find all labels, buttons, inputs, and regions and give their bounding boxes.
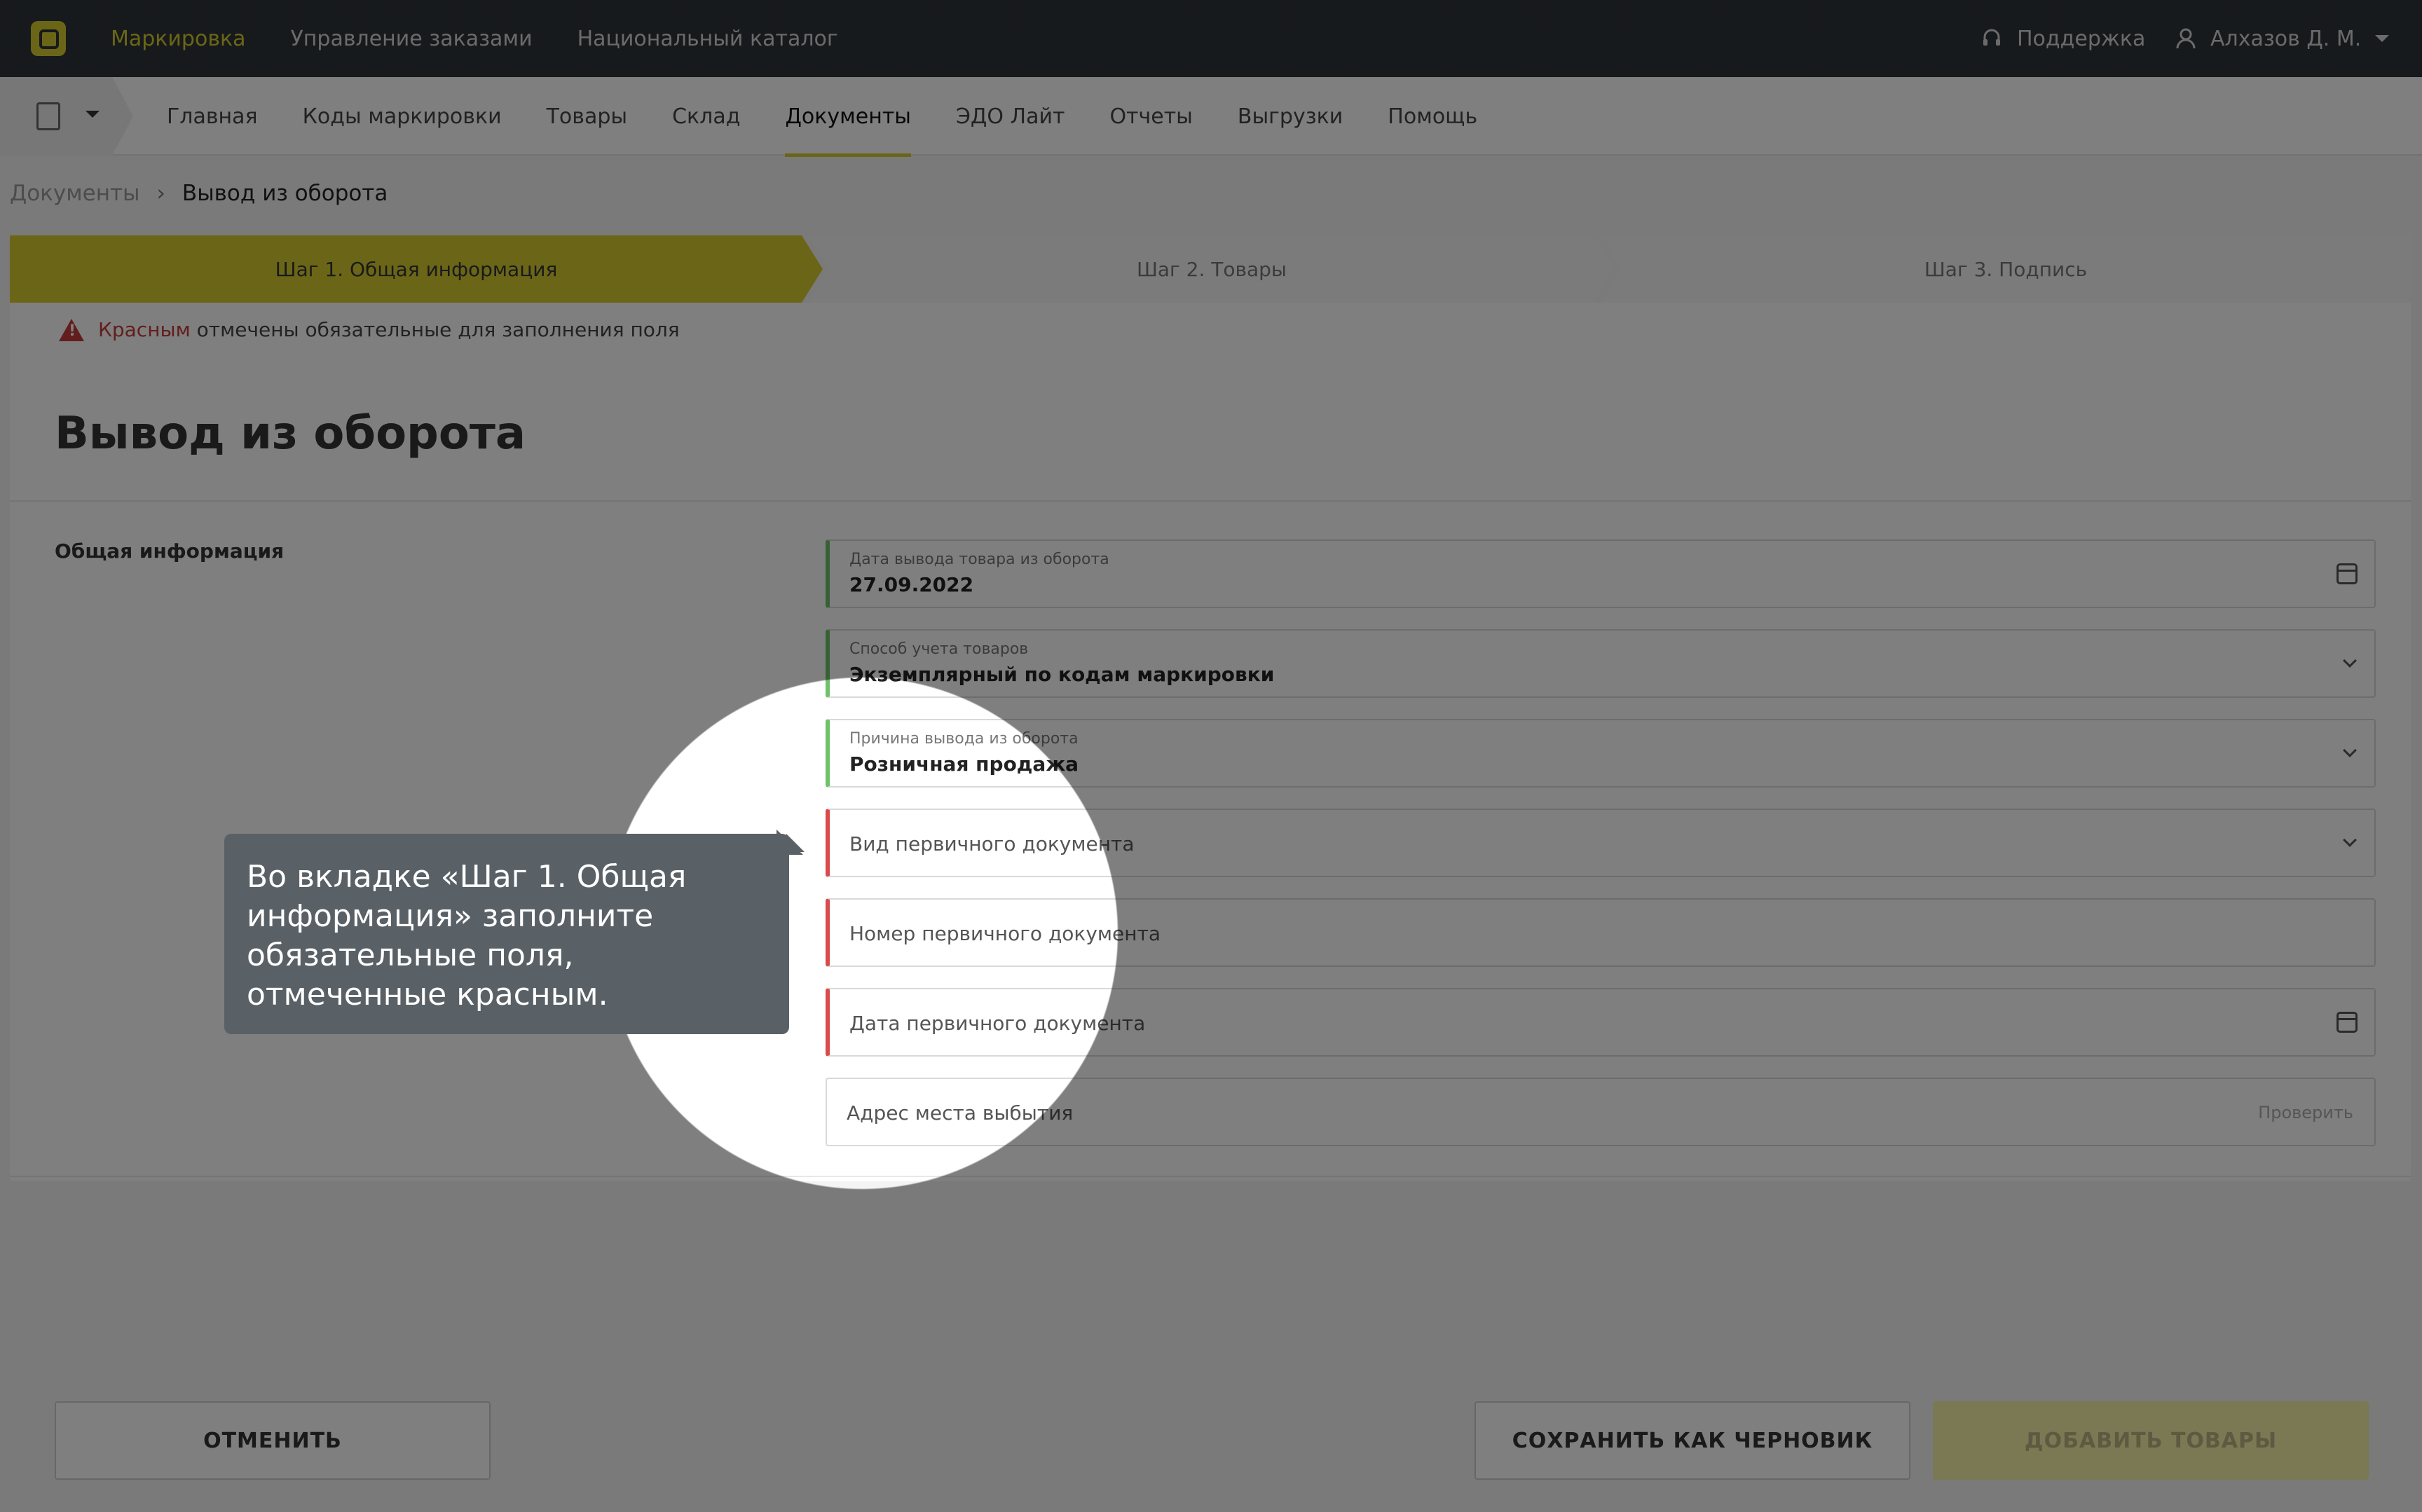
nav-item-goods[interactable]: Товары — [547, 104, 627, 129]
notice-text: отмечены обязательные для заполнения пол… — [196, 318, 680, 341]
field-value: Розничная продажа — [849, 752, 1079, 776]
nav-item-edo-lite[interactable]: ЭДО Лайт — [956, 104, 1065, 129]
support-label: Поддержка — [2017, 26, 2146, 51]
page-title: Вывод из оборота — [55, 408, 526, 460]
headset-icon — [1983, 29, 2000, 46]
field-placeholder: Адрес места выбытия — [847, 1101, 1074, 1125]
add-goods-button[interactable]: ДОБАВИТЬ ТОВАРЫ — [1933, 1401, 2369, 1480]
field-placeholder: Дата первичного документа — [849, 1012, 1146, 1035]
calendar-icon[interactable] — [2337, 1012, 2358, 1033]
withdraw-reason-select[interactable]: Причина вывода из оборота Розничная прод… — [826, 719, 2376, 788]
field-value: Экземплярный по кодам маркировки — [849, 663, 1275, 686]
breadcrumb-documents[interactable]: Документы — [10, 181, 140, 206]
bottles-icon — [36, 102, 60, 130]
wizard-steps: Шаг 1. Общая информация Шаг 2. Товары Ша… — [10, 235, 2411, 303]
check-address-link[interactable]: Проверить — [2258, 1103, 2353, 1122]
nav-item-documents[interactable]: Документы — [785, 104, 911, 157]
accounting-method-select[interactable]: Способ учета товаров Экземплярный по код… — [826, 629, 2376, 698]
field-label: Причина вывода из оборота — [849, 730, 1079, 748]
primary-doc-number-input[interactable]: Номер первичного документа — [826, 898, 2376, 967]
field-placeholder: Номер первичного документа — [849, 922, 1161, 945]
disposal-address-input[interactable]: Адрес места выбытия Проверить — [826, 1078, 2376, 1146]
chevron-down-icon — [2375, 35, 2390, 42]
field-label: Дата вывода товара из оборота — [849, 551, 1109, 568]
divider — [10, 500, 2411, 502]
primary-doc-date-input[interactable]: Дата первичного документа — [826, 988, 2376, 1057]
nav-item-warehouse[interactable]: Склад — [672, 104, 740, 129]
step-goods[interactable]: Шаг 2. Товары — [809, 235, 1615, 303]
calendar-icon[interactable] — [2337, 563, 2358, 584]
field-value: 27.09.2022 — [849, 573, 974, 596]
save-draft-button[interactable]: СОХРАНИТЬ КАК ЧЕРНОВИК — [1475, 1401, 1910, 1480]
user-menu[interactable]: Алхазов Д. М. — [2175, 0, 2390, 77]
nav-item-exports[interactable]: Выгрузки — [1238, 104, 1343, 129]
breadcrumb: Документы › Вывод из оборота — [10, 181, 388, 206]
form-card: Красным отмечены обязательные для заполн… — [10, 303, 2411, 1181]
nav-item-help[interactable]: Помощь — [1388, 104, 1477, 129]
breadcrumb-current: Вывод из оборота — [182, 181, 388, 206]
logo-icon[interactable] — [31, 21, 66, 56]
nav-item-codes[interactable]: Коды маркировки — [303, 104, 502, 129]
section-label: Общая информация — [55, 539, 285, 563]
primary-doc-type-select[interactable]: Вид первичного документа — [826, 809, 2376, 877]
section-nav: Главная Коды маркировки Товары Склад Док… — [0, 77, 2422, 157]
divider — [10, 1176, 2411, 1177]
chevron-right-icon: › — [156, 181, 165, 206]
top-nav: Маркировка Управление заказами Националь… — [111, 0, 838, 77]
section-nav-items: Главная Коды маркировки Товары Склад Док… — [167, 77, 1477, 157]
field-label: Способ учета товаров — [849, 640, 1029, 658]
required-fields-notice: Красным отмечены обязательные для заполн… — [59, 318, 680, 341]
top-nav-item-catalog[interactable]: Национальный каталог — [577, 27, 838, 51]
chevron-down-icon — [2343, 833, 2357, 847]
nav-item-home[interactable]: Главная — [167, 104, 258, 129]
top-nav-item-marking[interactable]: Маркировка — [111, 27, 246, 51]
warning-icon — [59, 318, 84, 341]
cancel-button[interactable]: ОТМЕНИТЬ — [55, 1401, 491, 1480]
notice-red-word: Красным — [98, 318, 191, 341]
product-group-selector[interactable] — [0, 77, 133, 156]
guide-tooltip: Во вкладке «Шаг 1. Общая информация» зап… — [224, 834, 789, 1034]
chevron-down-icon — [2343, 654, 2357, 668]
top-nav-item-orders[interactable]: Управление заказами — [291, 27, 533, 51]
user-icon — [2176, 28, 2196, 49]
user-name: Алхазов Д. М. — [2210, 26, 2362, 51]
field-placeholder: Вид первичного документа — [849, 832, 1135, 855]
chevron-down-icon — [2343, 743, 2357, 757]
step-general-info[interactable]: Шаг 1. Общая информация — [10, 235, 823, 303]
withdraw-date-field[interactable]: Дата вывода товара из оборота 27.09.2022 — [826, 539, 2376, 608]
step-signature[interactable]: Шаг 3. Подпись — [1601, 235, 2411, 303]
top-bar: Маркировка Управление заказами Националь… — [0, 0, 2422, 77]
nav-item-reports[interactable]: Отчеты — [1109, 104, 1192, 129]
support-link[interactable]: Поддержка — [1980, 0, 2145, 77]
chevron-down-icon — [85, 111, 100, 118]
